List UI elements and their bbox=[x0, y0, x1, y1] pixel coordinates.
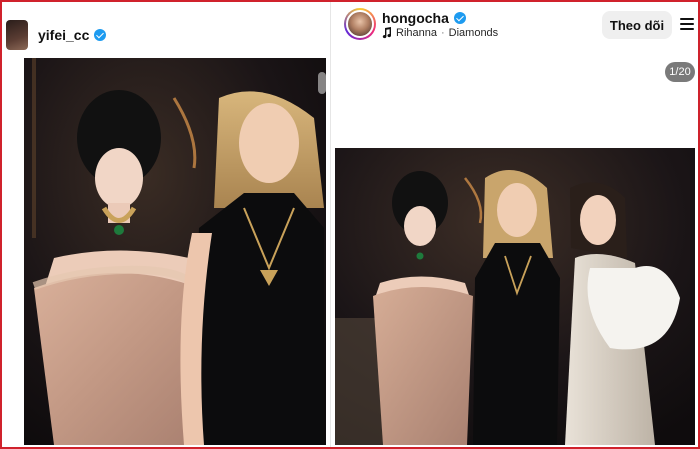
scrollbar-handle[interactable] bbox=[318, 72, 326, 94]
post-divider bbox=[330, 2, 331, 447]
right-username-row: hongocha bbox=[382, 10, 466, 26]
media-counter-badge: 1/20 bbox=[665, 62, 695, 82]
story-avatar[interactable] bbox=[344, 8, 376, 40]
avatar[interactable] bbox=[6, 20, 28, 50]
right-post-photo[interactable] bbox=[335, 148, 695, 445]
left-post-header: yifei_cc bbox=[6, 18, 107, 52]
left-username[interactable]: yifei_cc bbox=[38, 27, 89, 43]
right-username[interactable]: hongocha bbox=[382, 10, 449, 26]
right-post-header: hongocha Rihanna · Diamonds Theo dõi bbox=[340, 6, 696, 46]
more-menu-icon[interactable] bbox=[680, 18, 694, 30]
music-artist: Rihanna bbox=[396, 27, 437, 39]
music-note-icon bbox=[382, 27, 392, 39]
follow-button[interactable]: Theo dõi bbox=[602, 11, 672, 39]
music-attribution[interactable]: Rihanna · Diamonds bbox=[382, 27, 498, 39]
music-title: Diamonds bbox=[448, 27, 499, 39]
verified-badge-icon bbox=[453, 12, 466, 24]
left-post-photo[interactable] bbox=[24, 58, 326, 445]
music-separator: · bbox=[440, 27, 445, 39]
verified-badge-icon bbox=[94, 29, 107, 41]
